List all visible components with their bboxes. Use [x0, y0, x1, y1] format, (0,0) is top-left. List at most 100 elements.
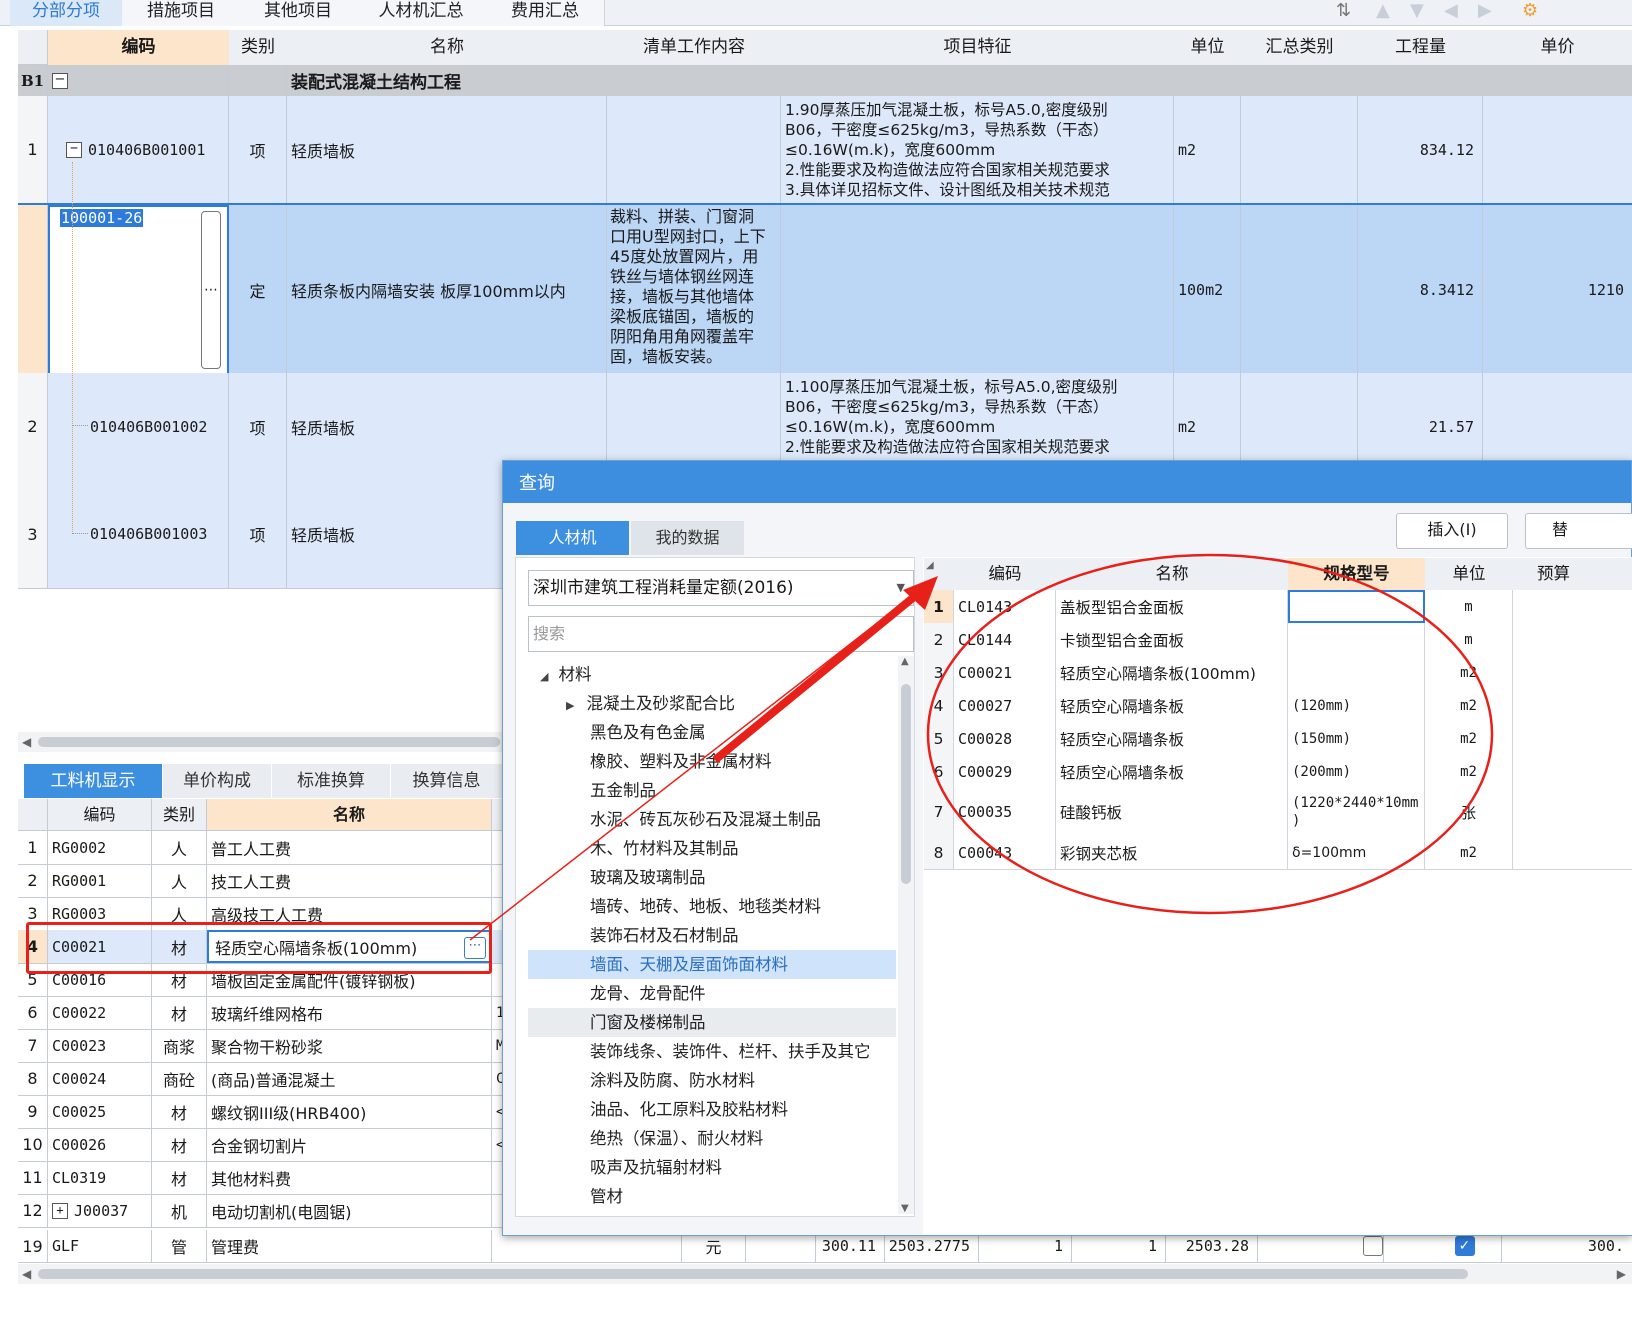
tree-item[interactable]: 水泥、砖瓦灰砂石及混凝土制品: [528, 805, 896, 834]
result-unit[interactable]: m2: [1425, 656, 1513, 689]
tab-conversion-info[interactable]: 换算信息: [391, 764, 503, 798]
replace-button[interactable]: 替: [1525, 513, 1632, 549]
tree-item[interactable]: 玻璃及玻璃制品: [528, 863, 896, 892]
tab-feiyong[interactable]: 费用汇总: [486, 0, 605, 26]
result-budget[interactable]: [1513, 590, 1632, 623]
checkbox-checked[interactable]: ✓: [1454, 1236, 1475, 1256]
result-unit[interactable]: m2: [1425, 689, 1513, 722]
item-work[interactable]: [607, 96, 781, 203]
col-header-price[interactable]: 单价: [1483, 30, 1632, 66]
lower-grid-hscroll[interactable]: ◀ ▶: [18, 1264, 1632, 1284]
resource-code[interactable]: C00023: [48, 1029, 152, 1062]
result-spec[interactable]: (120mm): [1288, 689, 1425, 722]
result-name[interactable]: 轻质空心隔墙条板: [1056, 689, 1288, 722]
item-price[interactable]: 1210: [1483, 205, 1632, 375]
ellipsis-button[interactable]: ⋯: [201, 211, 221, 369]
result-spec[interactable]: [1288, 623, 1425, 656]
resource-type[interactable]: 商浆: [152, 1029, 207, 1062]
result-spec[interactable]: (200mm): [1288, 755, 1425, 788]
result-unit[interactable]: m2: [1425, 836, 1513, 869]
result-unit[interactable]: m: [1425, 623, 1513, 656]
resource-name[interactable]: 普工人工费: [207, 831, 492, 864]
resource-type[interactable]: 材: [152, 1095, 207, 1128]
result-row[interactable]: 6 C00029 轻质空心隔墙条板 (200mm) m2: [924, 755, 1632, 789]
result-name[interactable]: 硅酸钙板: [1056, 788, 1288, 836]
search-input[interactable]: 搜索: [528, 616, 914, 652]
tree-item-hover[interactable]: 门窗及楼梯制品: [528, 1008, 896, 1037]
result-unit[interactable]: m: [1425, 590, 1513, 623]
result-budget[interactable]: [1513, 623, 1632, 656]
result-row[interactable]: 5 C00028 轻质空心隔墙条板 (150mm) m2: [924, 722, 1632, 756]
resource-type[interactable]: 材: [152, 996, 207, 1029]
tree-item[interactable]: 黑色及有色金属: [528, 718, 896, 747]
tree-item[interactable]: 橡胶、塑料及非金属材料: [528, 747, 896, 776]
result-budget[interactable]: [1513, 722, 1632, 755]
result-col-name[interactable]: 名称: [1056, 558, 1289, 591]
resource-code[interactable]: CL0319: [48, 1161, 152, 1194]
col-header-type[interactable]: 类别: [229, 30, 288, 66]
resource-code[interactable]: RG0002: [48, 831, 152, 864]
tree-item[interactable]: 龙骨、龙骨配件: [528, 979, 896, 1008]
tab-unit-price[interactable]: 单价构成: [163, 764, 272, 798]
result-col-budget[interactable]: 预算: [1513, 558, 1632, 591]
resource-name[interactable]: 聚合物干粉砂浆: [207, 1029, 492, 1062]
result-budget[interactable]: [1513, 656, 1632, 689]
tab-standard-conversion[interactable]: 标准换算: [272, 764, 391, 798]
resource-name[interactable]: 其他材料费: [207, 1161, 492, 1194]
resource-name[interactable]: 玻璃纤维网格布: [207, 996, 492, 1029]
resource-name[interactable]: (商品)普通混凝土: [207, 1062, 492, 1095]
tree-item[interactable]: 油品、化工原料及胶粘材料: [528, 1095, 896, 1124]
tree-vscroll[interactable]: ▲ ▼: [898, 656, 914, 1214]
tree-item[interactable]: 吸声及抗辐射材料: [528, 1153, 896, 1182]
result-spec[interactable]: (150mm): [1288, 722, 1425, 755]
item-name[interactable]: 轻质条板内隔墙安装 板厚100mm以内: [287, 205, 607, 375]
resource-name[interactable]: 电动切割机(电圆锯): [207, 1194, 492, 1227]
result-code[interactable]: CL0143: [954, 590, 1056, 623]
item-summary-type[interactable]: [1241, 96, 1358, 203]
item-qty[interactable]: 8.3412: [1358, 205, 1483, 375]
resource-code[interactable]: GLF: [48, 1230, 152, 1262]
lower-col-code[interactable]: 编码: [48, 799, 152, 831]
tree-item-selected[interactable]: 墙面、天棚及屋面饰面材料: [528, 950, 896, 979]
result-col-unit[interactable]: 单位: [1425, 558, 1514, 591]
tree-item[interactable]: 五金制品: [528, 776, 896, 805]
resource-type[interactable]: 人: [152, 831, 207, 864]
item-feature[interactable]: 1.90厚蒸压加气混凝土板，标号A5.0,密度级别 B06，干密度≤625kg/…: [781, 96, 1174, 203]
sort-icon[interactable]: ⇅: [1336, 0, 1351, 21]
result-code[interactable]: C00028: [954, 722, 1056, 755]
resource-code[interactable]: + J00037: [48, 1194, 152, 1227]
result-name[interactable]: 卡锁型铝合金面板: [1056, 623, 1288, 656]
result-row[interactable]: 3 C00021 轻质空心隔墙条板(100mm) m2: [924, 656, 1632, 690]
quota-select[interactable]: 深圳市建筑工程消耗量定额(2016) ▼: [528, 570, 914, 606]
settings-icon[interactable]: ⚙: [1522, 0, 1538, 21]
resource-type[interactable]: 商砼: [152, 1062, 207, 1095]
result-row[interactable]: 8 C00043 彩钢夹芯板 δ=100mm m2: [924, 836, 1632, 870]
result-budget[interactable]: [1513, 788, 1632, 836]
resource-code[interactable]: C00022: [48, 996, 152, 1029]
result-unit[interactable]: m2: [1425, 722, 1513, 755]
expand-icon[interactable]: +: [52, 1202, 68, 1219]
result-code[interactable]: CL0144: [954, 623, 1056, 656]
resource-name[interactable]: 合金钢切割片: [207, 1128, 492, 1161]
item-summary-type[interactable]: [1241, 205, 1358, 375]
collapse-icon[interactable]: −: [66, 141, 82, 158]
resource-type[interactable]: 机: [152, 1194, 207, 1227]
result-code[interactable]: C00035: [954, 788, 1056, 836]
tab-labor-material-machine[interactable]: 工料机显示: [24, 764, 163, 798]
resource-code[interactable]: C00024: [48, 1062, 152, 1095]
item-type[interactable]: 项: [229, 480, 287, 588]
scroll-thumb[interactable]: [901, 684, 911, 884]
tab-resources[interactable]: 人材机: [516, 521, 629, 555]
item-feature[interactable]: [781, 205, 1174, 375]
main-grid-hscroll[interactable]: ◀: [18, 732, 502, 752]
result-name[interactable]: 轻质空心隔墙条板: [1056, 722, 1288, 755]
tree-item[interactable]: ▶ 混凝土及砂浆配合比: [528, 689, 896, 718]
move-up-icon[interactable]: ▲: [1376, 0, 1390, 21]
tree-item[interactable]: 墙砖、地砖、地板、地毯类材料: [528, 892, 896, 921]
insert-button[interactable]: 插入(I): [1396, 513, 1508, 549]
result-code[interactable]: C00021: [954, 656, 1056, 689]
result-row[interactable]: 2 CL0144 卡锁型铝合金面板 m: [924, 623, 1632, 657]
collapse-triangle-icon[interactable]: ◢: [540, 670, 548, 683]
item-unit[interactable]: 100m2: [1174, 205, 1241, 375]
resource-type[interactable]: 人: [152, 864, 207, 897]
